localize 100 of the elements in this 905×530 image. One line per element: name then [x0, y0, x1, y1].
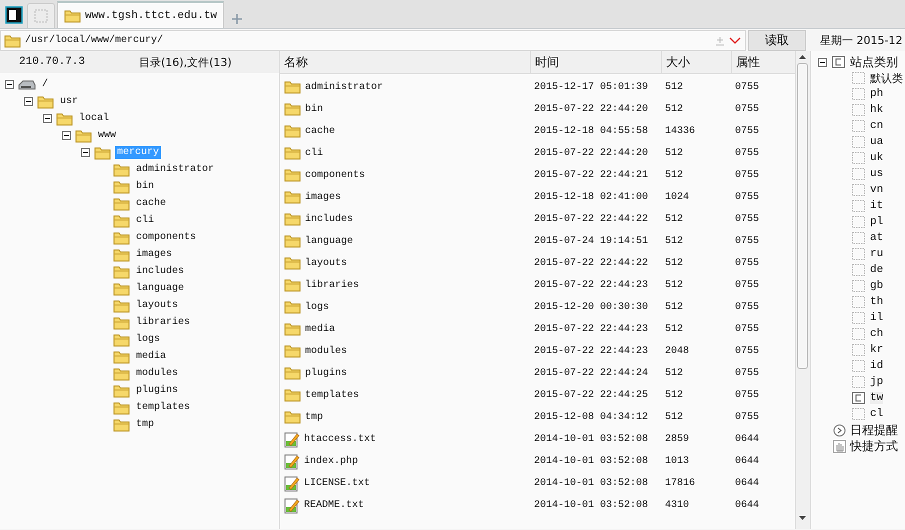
file-name[interactable]: cli	[305, 148, 324, 158]
category-item[interactable]: il	[870, 312, 884, 324]
panel-toggle-icon[interactable]	[5, 6, 23, 24]
browser-tab[interactable]: www.tgsh.ttct.edu.tw	[57, 1, 224, 28]
tree-item[interactable]: includes	[134, 265, 186, 278]
panel-item[interactable]: 日程提醒	[850, 422, 898, 438]
category-item[interactable]: jp	[870, 376, 884, 388]
category-item[interactable]: ch	[870, 328, 884, 340]
category-item[interactable]: it	[870, 200, 884, 212]
file-name[interactable]: LICENSE.txt	[304, 478, 370, 488]
path-field[interactable]: /usr/local/www/mercury/	[0, 30, 746, 51]
file-name[interactable]: tmp	[305, 412, 324, 422]
time-cell-text: 2015-07-22 22:44:23	[533, 346, 650, 356]
scrollbar[interactable]	[795, 51, 810, 529]
scroll-down-icon[interactable]	[799, 516, 806, 521]
scroll-thumb[interactable]	[797, 63, 808, 369]
tree-item[interactable]: logs	[134, 333, 162, 346]
dropdown-icon[interactable]	[729, 36, 741, 44]
panel-item[interactable]: 快捷方式	[850, 438, 898, 454]
category-item[interactable]: vn	[870, 184, 884, 196]
tree-item[interactable]: images	[134, 248, 174, 261]
category-box-icon	[832, 56, 845, 68]
file-name[interactable]: images	[305, 192, 342, 202]
dotted-box-icon	[852, 184, 865, 196]
notepad-icon	[284, 474, 300, 492]
file-name[interactable]: media	[305, 324, 336, 334]
category-item[interactable]: gb	[870, 280, 884, 292]
file-name[interactable]: templates	[305, 390, 360, 400]
category-item[interactable]: cl	[870, 408, 884, 420]
tree-item[interactable]: components	[134, 231, 198, 244]
tree-item[interactable]: layouts	[134, 299, 180, 312]
folder-icon	[113, 298, 130, 312]
date-label: 星期一 2015-12	[820, 33, 902, 48]
tree-item[interactable]: www	[96, 129, 118, 142]
file-name[interactable]: modules	[305, 346, 348, 356]
file-name[interactable]: logs	[305, 302, 330, 312]
file-name[interactable]: bin	[305, 104, 324, 114]
file-name[interactable]: components	[305, 170, 366, 180]
file-name[interactable]: libraries	[305, 280, 360, 290]
collapse-icon[interactable]	[62, 131, 71, 140]
category-item[interactable]: th	[870, 296, 884, 308]
file-name[interactable]: plugins	[305, 368, 348, 378]
category-item[interactable]: pl	[870, 216, 884, 228]
category-item[interactable]: us	[870, 168, 884, 180]
category-item[interactable]: cn	[870, 120, 884, 132]
tree-item[interactable]: usr	[58, 95, 80, 108]
column-header[interactable]: 大小	[661, 51, 731, 73]
category-item[interactable]: 默认类	[870, 70, 903, 86]
file-name[interactable]: index.php	[304, 456, 358, 466]
folder-icon	[284, 212, 301, 226]
tree-item[interactable]: plugins	[134, 384, 180, 397]
size-cell-text: 512	[664, 258, 684, 268]
read-button[interactable]: 读取	[748, 30, 806, 51]
size-cell-text: 14336	[664, 126, 696, 136]
column-header[interactable]: 名称	[280, 51, 530, 73]
file-name[interactable]: language	[305, 236, 354, 246]
tree-item[interactable]: /	[40, 78, 50, 91]
category-title[interactable]: 站点类别	[850, 54, 898, 70]
notepad-icon	[284, 496, 300, 514]
file-name[interactable]: layouts	[305, 258, 348, 268]
tree-item[interactable]: language	[134, 282, 186, 295]
category-item[interactable]: ru	[870, 248, 884, 260]
file-name[interactable]: README.txt	[304, 500, 364, 510]
tree-item[interactable]: media	[134, 350, 168, 363]
category-item[interactable]: kr	[870, 344, 884, 356]
category-item[interactable]: ua	[870, 136, 884, 148]
category-item[interactable]: hk	[870, 104, 884, 116]
time-cell-text: 2015-07-24 19:14:51	[533, 236, 650, 246]
collapse-icon[interactable]	[43, 114, 52, 123]
tree-item[interactable]: local	[77, 112, 112, 125]
category-item[interactable]: tw	[870, 392, 884, 404]
file-name[interactable]: administrator	[305, 82, 384, 92]
file-name[interactable]: htaccess.txt	[304, 434, 376, 444]
size-cell-text: 512	[664, 170, 684, 180]
collapse-icon[interactable]	[24, 97, 33, 106]
folder-icon	[284, 256, 301, 270]
tree-item[interactable]: administrator	[134, 163, 216, 176]
tree-item[interactable]: templates	[134, 401, 192, 414]
category-item[interactable]: ph	[870, 88, 884, 100]
tree-item[interactable]: tmp	[134, 418, 156, 431]
collapse-icon[interactable]	[5, 80, 14, 89]
category-item[interactable]: uk	[870, 152, 884, 164]
tree-item[interactable]: cli	[134, 214, 156, 227]
tree-item[interactable]: bin	[134, 180, 156, 193]
size-cell-text: 1024	[664, 192, 690, 202]
category-item[interactable]: at	[870, 232, 884, 244]
category-item[interactable]: id	[870, 360, 884, 372]
column-header[interactable]: 时间	[530, 51, 661, 73]
tree-item[interactable]: cache	[134, 197, 168, 210]
category-item[interactable]: de	[870, 264, 884, 276]
collapse-icon[interactable]	[818, 58, 827, 66]
folder-icon	[75, 128, 92, 142]
file-name[interactable]: includes	[305, 214, 354, 224]
file-name[interactable]: cache	[305, 126, 336, 136]
time-cell-text: 2015-07-22 22:44:23	[533, 280, 650, 290]
tree-item[interactable]: modules	[134, 367, 180, 380]
scroll-up-icon[interactable]	[799, 54, 806, 59]
size-cell-text: 512	[664, 390, 684, 400]
tree-item[interactable]: libraries	[134, 316, 192, 329]
collapse-icon[interactable]	[81, 148, 90, 157]
